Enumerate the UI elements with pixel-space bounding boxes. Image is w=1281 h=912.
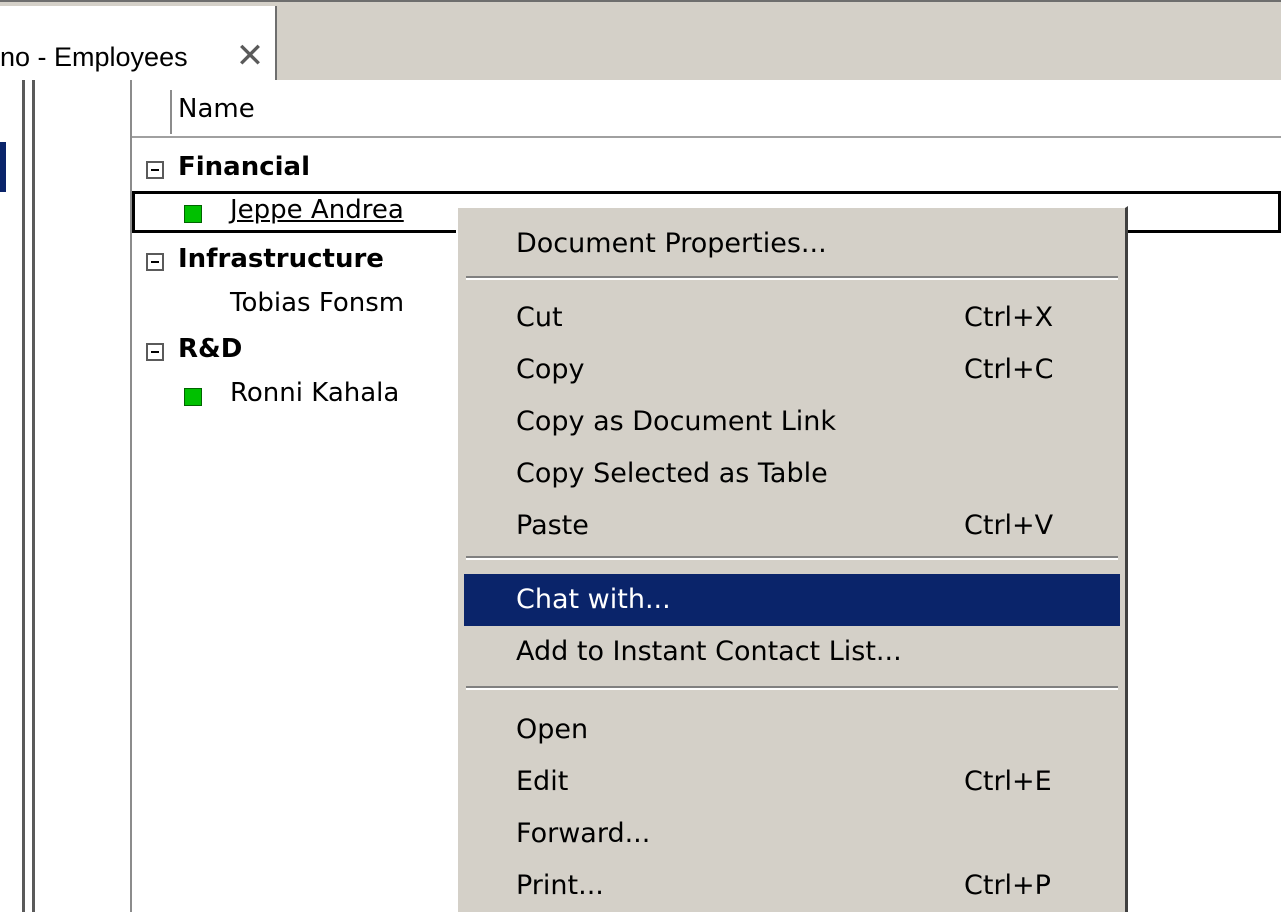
menu-item-cut[interactable]: Cut Ctrl+X <box>464 292 1120 344</box>
close-icon[interactable]: ✕ <box>230 36 270 76</box>
person-name: Tobias Fonsm <box>230 288 405 318</box>
status-icon <box>184 205 202 223</box>
navigator-selection <box>0 142 6 192</box>
menu-separator <box>466 276 1118 280</box>
person-name: Ronni Kahala <box>230 378 400 408</box>
menu-item-label: Document Properties... <box>516 228 827 259</box>
menu-item-shortcut: Ctrl+X <box>964 302 1054 333</box>
menu-item-document-properties[interactable]: Document Properties... <box>464 218 1120 270</box>
menu-item-label: Print... <box>516 870 604 901</box>
menu-item-paste[interactable]: Paste Ctrl+V <box>464 500 1120 552</box>
menu-item-shortcut: Ctrl+C <box>964 354 1054 385</box>
menu-separator <box>466 556 1118 560</box>
frame-divider <box>32 80 35 912</box>
menu-item-open[interactable]: Open <box>464 704 1120 756</box>
context-menu: Document Properties... Cut Ctrl+X Copy C… <box>456 206 1128 912</box>
menu-item-label: Copy as Document Link <box>516 406 837 437</box>
tab-title: no - Employees <box>0 42 188 72</box>
menu-item-label: Copy Selected as Table <box>516 458 828 489</box>
category-row[interactable]: Financial <box>132 148 532 192</box>
menu-item-label: Paste <box>516 510 589 541</box>
menu-item-copy-selected-as-table[interactable]: Copy Selected as Table <box>464 448 1120 500</box>
column-header-name[interactable]: Name <box>178 94 255 124</box>
column-separator[interactable] <box>170 90 172 134</box>
menu-item-shortcut: Ctrl+P <box>964 870 1051 901</box>
menu-item-add-to-instant-contact-list[interactable]: Add to Instant Contact List... <box>464 626 1120 678</box>
menu-item-copy[interactable]: Copy Ctrl+C <box>464 344 1120 396</box>
menu-item-edit[interactable]: Edit Ctrl+E <box>464 756 1120 808</box>
menu-item-chat-with[interactable]: Chat with... <box>464 574 1120 626</box>
menu-item-label: Edit <box>516 766 569 797</box>
person-name: Jeppe Andrea <box>230 195 404 225</box>
menu-separator <box>466 686 1118 690</box>
menu-item-copy-as-document-link[interactable]: Copy as Document Link <box>464 396 1120 448</box>
menu-item-label: Add to Instant Contact List... <box>516 636 902 667</box>
status-icon <box>184 388 202 406</box>
frame-divider <box>22 80 25 912</box>
collapse-icon[interactable] <box>146 253 164 271</box>
collapse-icon[interactable] <box>146 343 164 361</box>
menu-item-shortcut: Ctrl+V <box>964 510 1054 541</box>
menu-item-label: Copy <box>516 354 585 385</box>
category-label: R&D <box>178 334 243 364</box>
category-label: Infrastructure <box>178 244 384 274</box>
column-header: Name <box>132 80 1281 138</box>
menu-item-label: Chat with... <box>516 584 671 615</box>
menu-item-label: Cut <box>516 302 563 333</box>
category-label: Financial <box>178 152 311 182</box>
menu-item-label: Open <box>516 714 589 745</box>
menu-item-print[interactable]: Print... Ctrl+P <box>464 860 1120 912</box>
tab-strip: no - Employees ✕ <box>0 0 1281 82</box>
menu-item-forward[interactable]: Forward... <box>464 808 1120 860</box>
tab-employees[interactable]: no - Employees ✕ <box>0 6 277 82</box>
menu-item-label: Forward... <box>516 818 651 849</box>
collapse-icon[interactable] <box>146 161 164 179</box>
menu-item-shortcut: Ctrl+E <box>964 766 1052 797</box>
